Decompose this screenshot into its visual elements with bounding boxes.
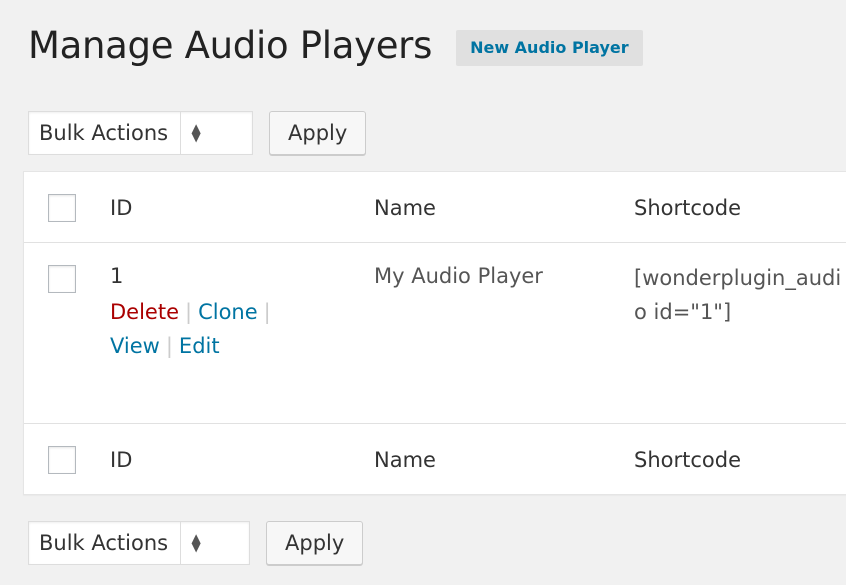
new-audio-player-button[interactable]: New Audio Player xyxy=(456,30,643,66)
column-footer-shortcode[interactable]: Shortcode xyxy=(634,445,741,475)
bulk-actions-selected: Bulk Actions xyxy=(39,121,169,145)
clone-link[interactable]: Clone xyxy=(198,300,258,324)
column-header-name[interactable]: Name xyxy=(374,193,436,223)
bulk-actions-selected: Bulk Actions xyxy=(39,531,169,555)
row-shortcode: [wonderplugin_audio id="1"] xyxy=(634,266,842,324)
action-separator: | xyxy=(263,300,271,324)
bulk-actions-top: Bulk Actions ▲ ▼ Apply xyxy=(28,111,367,155)
select-all-checkbox-bottom[interactable] xyxy=(48,446,76,474)
column-footer-name[interactable]: Name xyxy=(374,445,436,475)
apply-button-top[interactable]: Apply xyxy=(269,111,367,155)
delete-link[interactable]: Delete xyxy=(110,300,179,324)
select-arrows-icon: ▲ ▼ xyxy=(180,112,211,154)
table-row: 1 Delete | Clone | View | Edit My Audio Player… xyxy=(24,243,846,424)
page-header: Manage Audio Players New Audio Player xyxy=(28,22,643,70)
view-link[interactable]: View xyxy=(110,334,160,358)
action-separator: | xyxy=(165,334,173,358)
row-id: 1 xyxy=(110,264,124,288)
row-name: My Audio Player xyxy=(374,264,543,288)
apply-button-bottom[interactable]: Apply xyxy=(266,521,364,565)
action-separator: | xyxy=(185,300,193,324)
bulk-actions-select-top[interactable]: Bulk Actions ▲ ▼ xyxy=(28,111,253,155)
select-arrows-icon: ▲ ▼ xyxy=(180,522,211,564)
column-header-id[interactable]: ID xyxy=(110,193,132,223)
table-footer-row: ID Name Shortcode xyxy=(24,424,846,494)
bulk-actions-bottom: Bulk Actions ▲ ▼ Apply xyxy=(28,521,364,565)
edit-link[interactable]: Edit xyxy=(179,334,220,358)
row-actions: Delete | Clone | View | Edit xyxy=(110,295,350,363)
column-header-shortcode[interactable]: Shortcode xyxy=(634,193,741,223)
page-title: Manage Audio Players xyxy=(28,24,433,67)
select-all-checkbox-top[interactable] xyxy=(48,194,76,222)
table-header-row: ID Name Shortcode xyxy=(24,172,846,243)
row-checkbox[interactable] xyxy=(48,265,76,293)
audio-players-table: ID Name Shortcode 1 Delete | Clone | View | Ed… xyxy=(23,171,846,495)
bulk-actions-select-bottom[interactable]: Bulk Actions ▲ ▼ xyxy=(28,521,250,565)
column-footer-id[interactable]: ID xyxy=(110,445,132,475)
